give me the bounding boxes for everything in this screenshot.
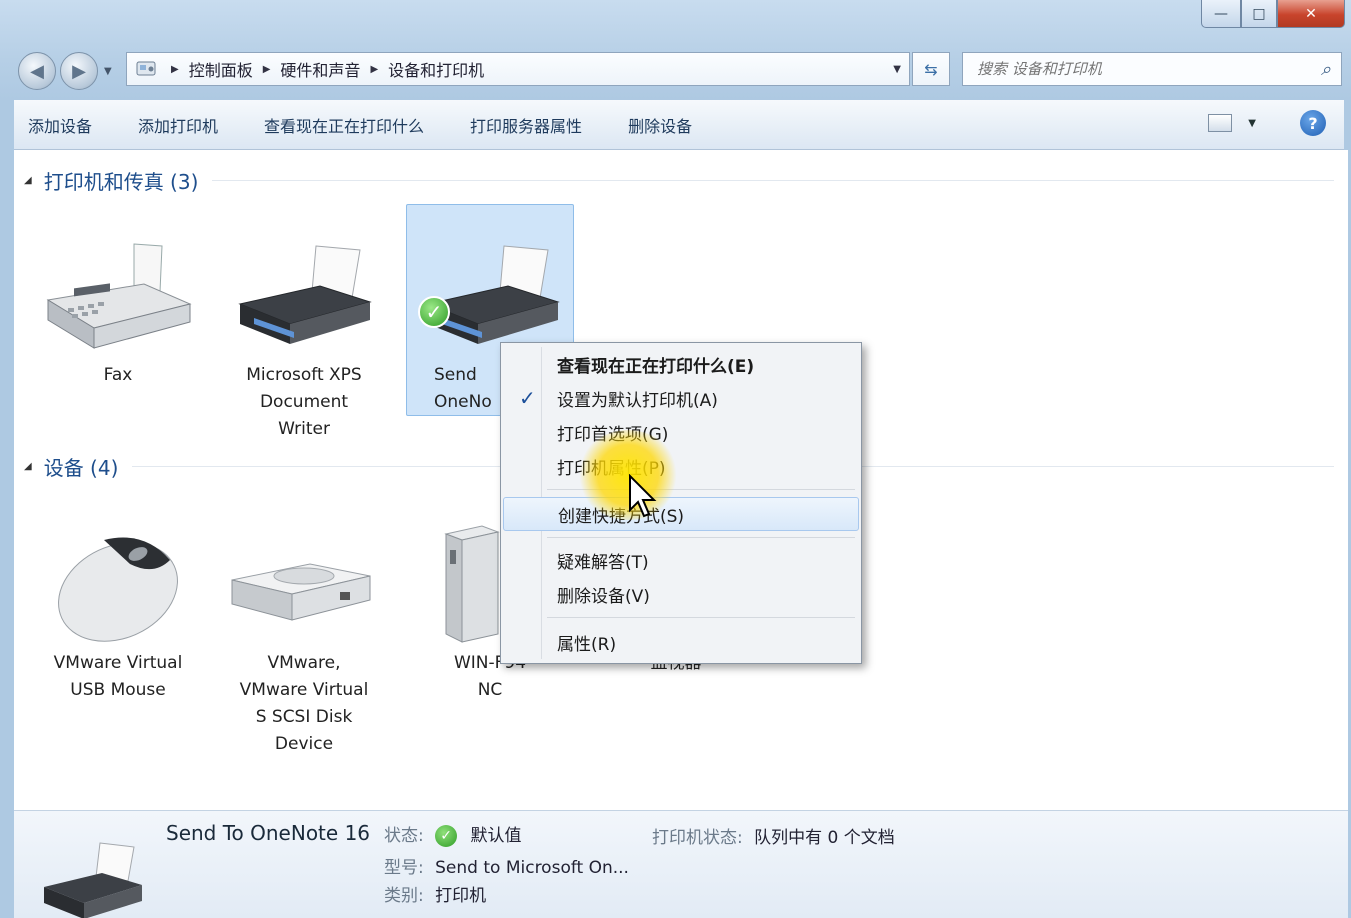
breadcrumb-control-panel[interactable]: 控制面板: [189, 57, 253, 81]
device-item[interactable]: Fax: [34, 232, 202, 389]
menu-item-label: 属性(R): [557, 634, 617, 655]
status-row: 状态: ✓ 默认值: [384, 821, 522, 847]
device-label: Microsoft XPS Document Writer: [246, 365, 362, 439]
status-ok-icon: ✓: [435, 825, 458, 847]
printer-status-key: 打印机状态:: [652, 828, 743, 848]
mouse-icon: [34, 520, 202, 648]
context-menu: 查看现在正在打印什么(E) ✓ 设置为默认打印机(A) 打印首选项(G) 打印机…: [500, 342, 862, 664]
status-value: 默认值: [470, 826, 522, 846]
add-printer-button[interactable]: 添加打印机: [138, 113, 218, 137]
fax-icon: [34, 232, 202, 360]
device-label: VMware Virtual USB Mouse: [53, 653, 183, 700]
refresh-button[interactable]: ⇆: [912, 52, 950, 86]
breadcrumb-separator-icon: ▶: [370, 63, 379, 75]
menu-item-label: 疑难解答(T): [557, 552, 649, 573]
group-divider: [212, 180, 1334, 181]
checkmark-icon: ✓: [519, 386, 536, 410]
collapse-triangle-icon[interactable]: ◢: [24, 461, 32, 472]
details-pane: Send To OneNote 16 状态: ✓ 默认值 型号: Send to…: [14, 810, 1348, 918]
menu-item-label: 设置为默认打印机(A): [557, 390, 718, 411]
command-bar: 添加设备 添加打印机 查看现在正在打印什么 打印服务器属性 删除设备 ▼ ?: [14, 100, 1344, 150]
change-view-icon[interactable]: [1208, 114, 1233, 132]
status-key: 状态:: [384, 826, 424, 846]
back-button[interactable]: ◀: [18, 52, 56, 90]
device-item[interactable]: VMware Virtual USB Mouse: [34, 520, 202, 704]
menu-item-set-default[interactable]: ✓ 设置为默认打印机(A): [503, 381, 859, 415]
category-key: 类别:: [384, 886, 424, 906]
navigation-buttons: ◀ ▶ ▼: [18, 52, 112, 90]
category-row: 类别: 打印机: [384, 881, 486, 906]
menu-item-properties[interactable]: 属性(R): [503, 625, 859, 659]
forward-arrow-icon: ▶: [72, 60, 86, 82]
default-check-icon: ✓: [418, 296, 450, 328]
search-input[interactable]: [977, 60, 1297, 78]
forward-button[interactable]: ▶: [60, 52, 98, 90]
printer-status-row: 打印机状态: 队列中有 0 个文档: [652, 823, 895, 848]
address-dropdown-icon[interactable]: ▼: [893, 64, 901, 75]
collapse-triangle-icon[interactable]: ◢: [24, 175, 32, 186]
search-icon[interactable]: ⌕: [1321, 59, 1331, 80]
model-key: 型号:: [384, 858, 424, 878]
menu-item-remove-device[interactable]: 删除设备(V): [503, 577, 859, 611]
search-box[interactable]: ⌕: [962, 52, 1342, 86]
see-whats-printing-button[interactable]: 查看现在正在打印什么: [264, 113, 424, 137]
print-server-properties-button[interactable]: 打印服务器属性: [470, 113, 582, 137]
menu-item-printer-properties[interactable]: 打印机属性(P): [503, 449, 859, 483]
menu-item-label: 删除设备(V): [557, 586, 650, 607]
selected-device-name: Send To OneNote 16: [166, 821, 371, 845]
menu-separator: [547, 537, 855, 538]
category-value: 打印机: [435, 886, 487, 906]
control-panel-icon: [136, 61, 156, 76]
address-bar[interactable]: ▶ 控制面板 ▶ 硬件和声音 ▶ 设备和打印机 ▼: [126, 52, 910, 86]
menu-item-see-printing[interactable]: 查看现在正在打印什么(E): [503, 347, 859, 381]
breadcrumb-separator-icon: ▶: [171, 63, 179, 75]
model-value: Send to Microsoft On...: [435, 858, 629, 878]
menu-item-label: 查看现在正在打印什么(E): [557, 356, 755, 377]
breadcrumb-separator-icon: ▶: [262, 63, 271, 75]
group-header-printers[interactable]: ◢ 打印机和传真 (3): [24, 166, 1334, 195]
printer-icon: [44, 842, 142, 918]
printer-icon: [220, 232, 388, 360]
breadcrumb-devices-printers[interactable]: 设备和打印机: [388, 57, 484, 81]
add-device-button[interactable]: 添加设备: [28, 113, 92, 137]
device-label: Fax: [103, 365, 133, 385]
minimize-button[interactable]: —: [1201, 0, 1241, 28]
mouse-cursor-icon: [629, 474, 657, 518]
view-options-dropdown-icon[interactable]: ▼: [1248, 118, 1256, 129]
menu-item-printing-preferences[interactable]: 打印首选项(G): [503, 415, 859, 449]
device-item[interactable]: VMware, VMware Virtual S SCSI Disk Devic…: [220, 520, 388, 758]
device-label: VMware, VMware Virtual S SCSI Disk Devic…: [239, 653, 369, 754]
group-title: 设备 (4): [43, 456, 119, 480]
caption-buttons: — □ ✕: [1201, 0, 1345, 28]
remove-device-button[interactable]: 删除设备: [628, 113, 692, 137]
device-item[interactable]: Microsoft XPS Document Writer: [220, 232, 388, 443]
disk-icon: [220, 520, 388, 648]
toolbar-right: ▼ ?: [1208, 110, 1326, 136]
help-icon[interactable]: ?: [1300, 110, 1326, 136]
printer-status-value: 队列中有 0 个文档: [754, 828, 895, 848]
menu-item-troubleshoot[interactable]: 疑难解答(T): [503, 543, 859, 577]
back-arrow-icon: ◀: [30, 60, 44, 82]
refresh-icon: ⇆: [924, 59, 938, 79]
model-row: 型号: Send to Microsoft On...: [384, 853, 629, 878]
close-button[interactable]: ✕: [1277, 0, 1345, 28]
breadcrumb-hardware-sound[interactable]: 硬件和声音: [280, 57, 360, 81]
group-title: 打印机和传真 (3): [43, 170, 199, 194]
explorer-window: — □ ✕ ◀ ▶ ▼ ▶ 控制面板 ▶ 硬件和声音 ▶ 设备和打印机 ▼ ⇆ …: [0, 0, 1351, 918]
menu-separator: [547, 617, 855, 618]
printer-icon: ✓: [408, 232, 576, 360]
maximize-button[interactable]: □: [1241, 0, 1277, 28]
menu-item-create-shortcut[interactable]: 创建快捷方式(S): [503, 497, 859, 531]
recent-pages-dropdown[interactable]: ▼: [104, 66, 112, 77]
